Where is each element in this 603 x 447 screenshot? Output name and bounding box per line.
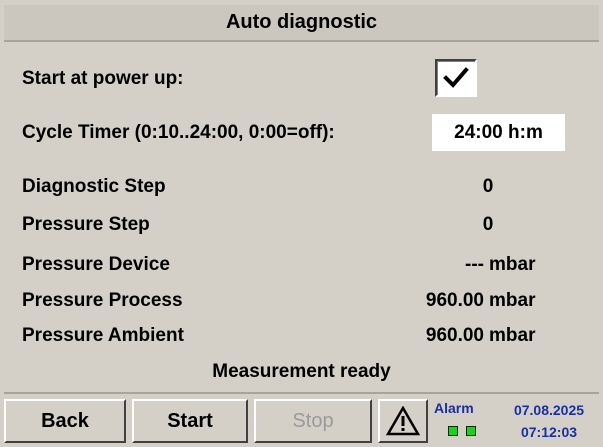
pressure-ambient-label: Pressure Ambient — [22, 325, 184, 346]
pressure-device-label: Pressure Device — [22, 254, 170, 275]
cycle-timer-value: 24:00 h:m — [454, 121, 543, 143]
stop-button-label: Stop — [292, 409, 334, 432]
cycle-timer-label: Cycle Timer (0:10..24:00, 0:00=off): — [22, 122, 335, 143]
pressure-step-label: Pressure Step — [22, 214, 150, 235]
pressure-device-unit: mbar — [489, 254, 536, 275]
pressure-process-value: 960.00 — [425, 290, 484, 311]
date-text: 07.08.2025 — [513, 402, 585, 418]
alarm-led-1 — [448, 426, 458, 436]
status-divider — [4, 392, 599, 394]
warning-triangle-icon — [386, 406, 420, 436]
start-button-label: Start — [167, 409, 213, 432]
alarm-label: Alarm — [434, 400, 474, 416]
page-title: Auto diagnostic — [4, 5, 599, 42]
page-title-text: Auto diagnostic — [225, 11, 378, 33]
auto-diagnostic-screen: Auto diagnostic Start at power up: Cycle… — [0, 0, 603, 447]
pressure-device-value: --- — [465, 254, 484, 275]
pressure-ambient-value: 960.00 — [425, 325, 484, 346]
start-at-power-up-checkbox[interactable] — [435, 59, 477, 97]
datetime-display: 07.08.2025 07:12:03 — [496, 399, 602, 443]
alarm-led-2 — [466, 426, 476, 436]
back-button-label: Back — [41, 409, 89, 432]
cycle-timer-input[interactable]: 24:00 h:m — [432, 114, 565, 151]
status-text: Measurement ready — [212, 361, 391, 382]
diagnostic-step-label: Diagnostic Step — [22, 176, 166, 197]
pressure-ambient-unit: mbar — [489, 325, 536, 346]
start-at-power-up-label: Start at power up: — [22, 68, 184, 89]
stop-button[interactable]: Stop — [254, 399, 372, 443]
alarm-indicator[interactable]: Alarm — [430, 399, 495, 443]
start-button[interactable]: Start — [132, 399, 248, 443]
time-text: 07:12:03 — [520, 424, 578, 440]
back-button[interactable]: Back — [4, 399, 126, 443]
pressure-step-value: 0 — [482, 214, 494, 235]
checkmark-icon — [443, 67, 469, 88]
pressure-process-label: Pressure Process — [22, 290, 183, 311]
diagnostic-step-value: 0 — [482, 176, 494, 197]
pressure-process-unit: mbar — [489, 290, 536, 311]
warning-button[interactable] — [378, 399, 428, 443]
